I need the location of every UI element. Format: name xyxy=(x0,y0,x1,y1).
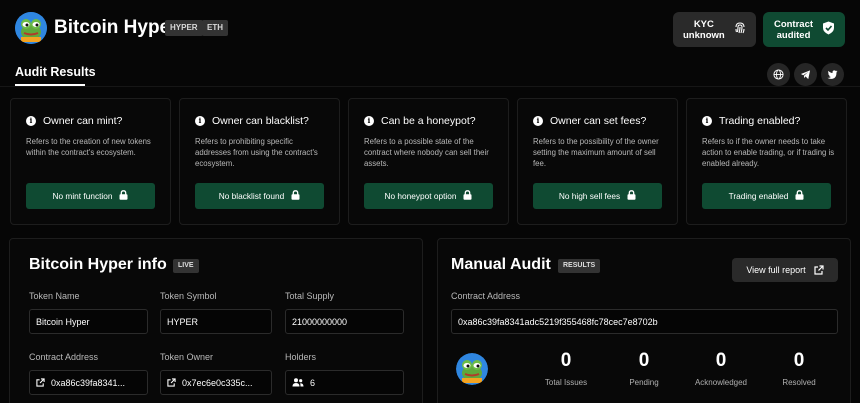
info-icon: i xyxy=(26,116,36,126)
token-symbol-value: HYPER xyxy=(167,316,199,327)
globe-icon[interactable] xyxy=(767,63,790,86)
info-icon: i xyxy=(702,116,712,126)
report-button-label: View full report xyxy=(746,265,806,275)
check-description: Refers to if the owner needs to take act… xyxy=(702,137,835,168)
kyc-status-button[interactable]: KYC unknown xyxy=(673,12,756,47)
contract-address-value: 0xa86c39fa8341... xyxy=(51,377,126,388)
lock-icon xyxy=(795,190,804,202)
check-card-mint: i Owner can mint? Refers to the creation … xyxy=(10,98,171,225)
resolved-count: 0 xyxy=(793,350,805,371)
info-icon: i xyxy=(533,116,543,126)
check-card-fees: i Owner can set fees? Refers to the possi… xyxy=(517,98,678,225)
shield-check-icon xyxy=(822,21,835,38)
check-result: No mint function xyxy=(52,191,113,201)
check-result-button[interactable]: No blacklist found xyxy=(195,183,324,209)
check-title: Owner can set fees? xyxy=(550,115,647,127)
token-name-label: Token Name xyxy=(29,291,80,301)
holders-field[interactable]: 6 xyxy=(285,370,404,395)
info-icon: i xyxy=(364,116,374,126)
check-card-honeypot: i Can be a honeypot? Refers to a possible… xyxy=(348,98,509,225)
token-symbol-label: Token Symbol xyxy=(160,291,217,301)
total-supply-value: 21000000000 xyxy=(292,316,348,327)
external-link-icon xyxy=(167,378,176,387)
check-result: No honeypot option xyxy=(384,191,457,201)
fingerprint-icon xyxy=(733,21,747,38)
token-owner-link[interactable]: 0x7ec6e0c335c... xyxy=(160,370,272,395)
check-card-blacklist: i Owner can blacklist? Refers to prohibit… xyxy=(179,98,340,225)
check-result-button[interactable]: Trading enabled xyxy=(702,183,831,209)
symbol-tag: HYPER xyxy=(165,20,203,36)
check-result-button[interactable]: No honeypot option xyxy=(364,183,493,209)
lock-icon xyxy=(627,190,636,202)
resolved-label: Resolved xyxy=(782,378,816,387)
info-icon: i xyxy=(195,116,205,126)
holders-label: Holders xyxy=(285,352,317,362)
check-description: Refers to prohibiting specific addresses… xyxy=(195,137,318,168)
token-name-value: Bitcoin Hyper xyxy=(36,316,90,327)
contract-address-label: Contract Address xyxy=(29,352,99,362)
page-title: Bitcoin Hyper xyxy=(54,17,178,38)
token-name-field[interactable]: Bitcoin Hyper xyxy=(29,309,148,334)
results-badge: RESULTS xyxy=(558,259,601,273)
twitter-icon[interactable] xyxy=(821,63,844,86)
token-owner-label: Token Owner xyxy=(160,352,214,362)
telegram-icon[interactable] xyxy=(794,63,817,86)
token-owner-value: 0x7ec6e0c335c... xyxy=(182,377,253,388)
check-description: Refers to the creation of new tokens wit… xyxy=(26,137,151,157)
external-link-icon xyxy=(36,378,45,387)
manual-audit-title: Manual Audit xyxy=(451,256,551,273)
live-badge: LIVE xyxy=(173,259,199,273)
check-result: Trading enabled xyxy=(728,191,789,201)
check-description: Refers to a possible state of the contra… xyxy=(364,137,489,168)
manual-contract-value: 0xa86c39fa8341adc5219f355468fc78cec7e870… xyxy=(458,316,658,327)
total-supply-label: Total Supply xyxy=(285,291,335,301)
acknowledged-label: Acknowledged xyxy=(694,378,748,387)
check-result: No high sell fees xyxy=(558,191,621,201)
external-link-icon xyxy=(814,265,824,275)
contract-address-link[interactable]: 0xa86c39fa8341... xyxy=(29,370,148,395)
check-result-button[interactable]: No mint function xyxy=(26,183,155,209)
users-icon xyxy=(292,378,304,387)
check-result: No blacklist found xyxy=(218,191,285,201)
tab-divider xyxy=(0,86,860,87)
manual-contract-label: Contract Address xyxy=(451,291,521,301)
check-result-button[interactable]: No high sell fees xyxy=(533,183,662,209)
total-supply-field[interactable]: 21000000000 xyxy=(285,309,404,334)
check-title: Owner can blacklist? xyxy=(212,115,309,127)
tab-audit-results[interactable]: Audit Results xyxy=(15,65,96,79)
check-title: Trading enabled? xyxy=(719,115,801,127)
kyc-label: KYC unknown xyxy=(683,18,725,41)
lock-icon xyxy=(463,190,472,202)
frog-logo-icon xyxy=(456,353,488,385)
total-issues-count: 0 xyxy=(560,350,572,371)
token-info-title: Bitcoin Hyper info xyxy=(29,256,167,273)
frog-logo-icon xyxy=(15,12,47,44)
check-card-trading: i Trading enabled? Refers to if the owner… xyxy=(686,98,847,225)
check-title: Owner can mint? xyxy=(43,115,123,127)
lock-icon xyxy=(119,190,128,202)
holders-value: 6 xyxy=(310,377,316,388)
token-symbol-field[interactable]: HYPER xyxy=(160,309,272,334)
check-title: Can be a honeypot? xyxy=(381,115,476,127)
manual-contract-field[interactable]: 0xa86c39fa8341adc5219f355468fc78cec7e870… xyxy=(451,309,838,334)
total-issues-label: Total Issues xyxy=(544,378,588,387)
view-full-report-button[interactable]: View full report xyxy=(732,258,838,282)
chain-tag: ETH xyxy=(202,20,228,36)
acknowledged-count: 0 xyxy=(715,350,727,371)
contract-audited-button[interactable]: Contract audited xyxy=(763,12,845,47)
lock-icon xyxy=(291,190,300,202)
check-description: Refers to the possibility of the owner s… xyxy=(533,137,659,168)
audit-label: Contract audited xyxy=(773,18,814,41)
